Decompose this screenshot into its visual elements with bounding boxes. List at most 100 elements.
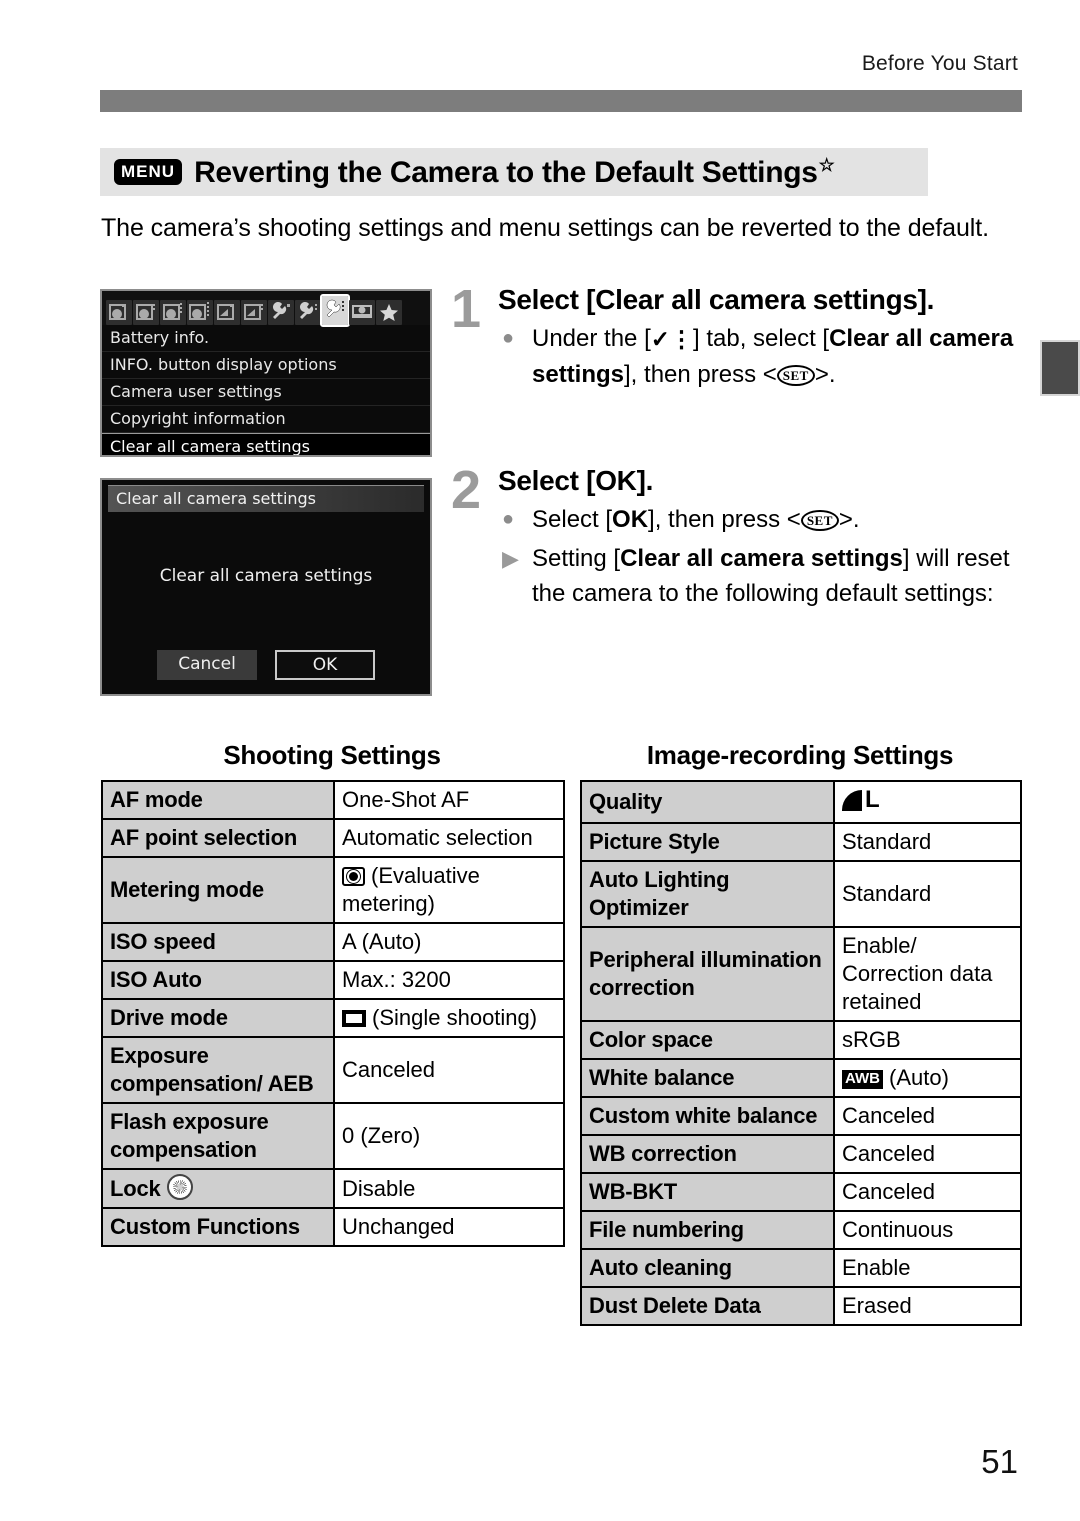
step-1-number: 1 [450, 279, 482, 339]
table-row: Color space sRGB [580, 1019, 1022, 1060]
menu-tab-bar [102, 291, 430, 327]
row-key: Custom white balance [580, 1095, 835, 1136]
step-1-bullet-1-text: Under the [✓⋮] tab, select [Clear all ca… [532, 321, 1030, 392]
row-value: AWB (Auto) [833, 1057, 1022, 1098]
menu-item-list: Battery info. INFO. button display optio… [102, 325, 430, 455]
row-value: (Single shooting) [333, 998, 565, 1038]
row-value: Continuous [833, 1209, 1022, 1250]
table-row: WB-BKT Canceled [580, 1171, 1022, 1212]
tab-setup-3-icon-selected[interactable] [320, 294, 350, 327]
awb-icon: AWB [842, 1069, 883, 1089]
tab-my-menu-star-icon [376, 300, 402, 325]
menu-button-icon: MENU [114, 159, 183, 185]
shooting-settings-table-wrapper: Shooting Settings AF mode One-Shot AF AF… [101, 740, 565, 1247]
header-rule-band [100, 90, 1022, 112]
step-2-bullet-1-text: Select [OK], then press < SET >. [532, 502, 1030, 537]
table-row: Drive mode (Single shooting) [101, 998, 565, 1038]
table-row: Custom white balance Canceled [580, 1095, 1022, 1136]
table-row: Peripheral illumination correction Enabl… [580, 925, 1022, 1022]
table-row: White balance AWB (Auto) [580, 1057, 1022, 1098]
image-recording-settings-caption: Image-recording Settings [646, 740, 954, 770]
dialog-cancel-button[interactable]: Cancel [157, 650, 257, 680]
step-2-bullet-2: ▶ Setting [Clear all camera settings] wi… [498, 541, 1030, 611]
row-value: sRGB [833, 1019, 1022, 1060]
chapter-thumb-tab [1040, 340, 1080, 396]
tab-shooting-1-icon [106, 300, 132, 325]
step-2-b1-bold: OK [612, 506, 649, 533]
row-key: WB-BKT [580, 1171, 835, 1212]
shooting-settings-caption: Shooting Settings [223, 740, 441, 770]
step-2-number: 2 [450, 460, 482, 520]
running-head: Before You Start [861, 52, 1018, 75]
evaluative-metering-icon [342, 867, 365, 886]
row-value: A (Auto) [333, 922, 565, 962]
row-key: WB correction [580, 1133, 835, 1174]
dialog-title: Clear all camera settings [108, 485, 424, 512]
camera-menu-screenshot: Battery info. INFO. button display optio… [100, 289, 432, 457]
row-value: Canceled [833, 1095, 1022, 1136]
table-row: Auto cleaning Enable [580, 1247, 1022, 1288]
row-key: White balance [580, 1057, 835, 1098]
menu-item-clear-all-camera-settings[interactable]: Clear all camera settings [102, 433, 430, 455]
large-fine-quality-icon: L [842, 786, 880, 814]
row-value: Canceled [833, 1133, 1022, 1174]
row-value: Max.: 3200 [333, 960, 565, 1000]
row-key: Picture Style [580, 821, 835, 862]
set-button-icon: SET [800, 510, 839, 531]
step-1-b1-end: >. [814, 361, 836, 388]
step-2-bullet-1: ● Select [OK], then press < SET >. [498, 502, 1030, 537]
row-key: Custom Functions [101, 1207, 335, 1247]
dialog-message: Clear all camera settings [159, 566, 373, 586]
table-row: WB correction Canceled [580, 1133, 1022, 1174]
bullet-triangle-icon: ▶ [502, 546, 519, 571]
row-value: 0 (Zero) [333, 1102, 565, 1170]
step-2-b2-bold: Clear all camera settings [620, 545, 903, 572]
table-row: Custom Functions Unchanged [101, 1207, 565, 1247]
tab-setup-1-icon [268, 300, 294, 325]
row-value: Enable/ Correction data retained [833, 925, 1022, 1022]
step-1-b1-mid: ] tab, select [ [693, 325, 830, 352]
page-title-text: Reverting the Camera to the Default Sett… [194, 155, 818, 189]
table-row: ISO Auto Max.: 3200 [101, 960, 565, 1000]
row-value: One-Shot AF [333, 780, 565, 820]
tab-shooting-2-icon [133, 300, 159, 325]
step-2-b1-post: ], then press < [648, 506, 801, 533]
row-key: Flash exposure compensation [101, 1102, 335, 1170]
dialog-ok-button[interactable]: OK [275, 650, 375, 680]
table-row: AF mode One-Shot AF [101, 780, 565, 820]
table-row: Flash exposure compensation 0 (Zero) [101, 1102, 565, 1170]
row-key: Lock [101, 1168, 335, 1209]
row-value: Erased [833, 1285, 1022, 1326]
intro-paragraph: The camera’s shooting settings and menu … [101, 214, 989, 242]
row-value-text: L [865, 786, 880, 813]
step-2-title: Select [OK]. [498, 465, 654, 496]
shooting-settings-table: AF mode One-Shot AF AF point selection A… [101, 780, 565, 1247]
step-1-title: Select [Clear all camera settings]. [498, 284, 935, 315]
row-key: Quality [580, 780, 835, 824]
menu-item-battery-info[interactable]: Battery info. [102, 325, 430, 352]
step-1-b1-pre: Under the [ [532, 325, 651, 352]
section-heading: MENU Reverting the Camera to the Default… [100, 148, 928, 196]
table-row: Picture Style Standard [580, 821, 1022, 862]
step-1: 1 Select [Clear all camera settings]. ● … [440, 279, 1030, 392]
tab-setup-2-icon [295, 300, 321, 325]
menu-item-info-button-display-options[interactable]: INFO. button display options [102, 352, 430, 379]
menu-item-camera-user-settings[interactable]: Camera user settings [102, 379, 430, 406]
table-row: Dust Delete Data Erased [580, 1285, 1022, 1326]
step-2-bullet-2-text: Setting [Clear all camera settings] will… [532, 541, 1030, 611]
row-key: Auto cleaning [580, 1247, 835, 1288]
row-key: Dust Delete Data [580, 1285, 835, 1326]
row-key: AF mode [101, 780, 335, 820]
menu-item-copyright-information[interactable]: Copyright information [102, 406, 430, 433]
quick-control-dial-icon [166, 1174, 193, 1200]
row-value: Canceled [333, 1036, 565, 1104]
row-value: Automatic selection [333, 818, 565, 858]
step-2-b1-end: >. [838, 506, 860, 533]
table-row: Exposure compensation/ AEB Canceled [101, 1036, 565, 1104]
row-value: Unchanged [333, 1207, 565, 1247]
row-key: ISO speed [101, 922, 335, 962]
dialog-button-row: Cancel OK [102, 650, 430, 680]
bullet-dot-icon: ● [502, 327, 515, 349]
tab-playback-2-icon [241, 300, 267, 325]
step-1-bullet-1: ● Under the [✓⋮] tab, select [Clear all … [498, 321, 1030, 392]
